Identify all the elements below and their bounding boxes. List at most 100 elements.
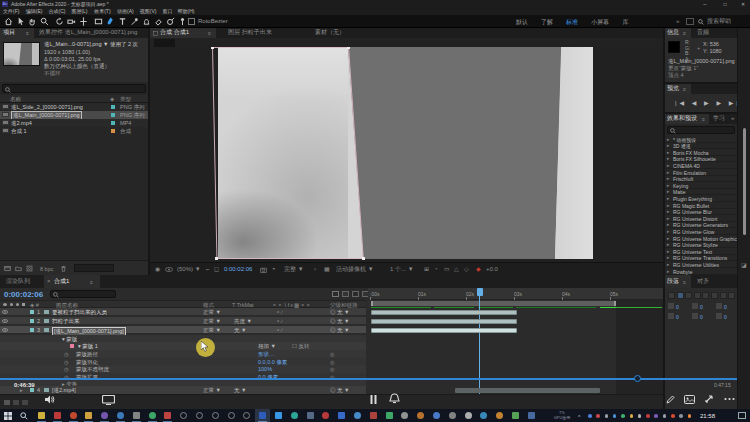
comp-breadcrumb[interactable]: 合成1	[154, 39, 175, 47]
disclosure-triangle-icon[interactable]: ▸	[667, 203, 669, 208]
composition-mini-flowchart-icon[interactable]	[332, 291, 339, 297]
flowchart-icon[interactable]: △	[454, 266, 459, 273]
paragraph-align-button[interactable]	[711, 292, 718, 299]
view-layout-select[interactable]: 1 个... ▼	[390, 266, 414, 273]
tray-icon[interactable]	[688, 414, 692, 418]
tab-composition[interactable]: 合成 合成1 ≡	[150, 28, 216, 38]
parent-link-select[interactable]: ◎ 无 ▼	[330, 327, 350, 334]
paragraph-field-value[interactable]: 0	[700, 314, 703, 320]
timeline-mini-icon[interactable]: ▭	[444, 266, 450, 273]
new-composition-icon[interactable]	[26, 265, 33, 272]
layer-row[interactable]: 3[道L_Main_[0000-0071].png]正常 ▼无 ▼⚬ ∕◎ 无 …	[0, 326, 366, 334]
hide-shy-icon[interactable]	[352, 291, 359, 297]
region-of-interest-icon[interactable]: ▫	[314, 266, 316, 273]
mask-property-row[interactable]: ◷蒙版路径形状…◎	[0, 350, 366, 358]
mode-select[interactable]: 正常 ▼	[203, 318, 221, 325]
pencil-icon[interactable]	[666, 395, 675, 404]
disclosure-triangle-icon[interactable]: ▸	[667, 170, 669, 175]
effects-item[interactable]: ▸Boris FX Silhouette	[665, 156, 737, 163]
always-preview-icon[interactable]: ◉	[155, 266, 160, 273]
home-tool[interactable]	[4, 17, 13, 26]
layer-duration-bar[interactable]	[371, 328, 517, 334]
tray-icon[interactable]	[630, 414, 634, 418]
selection-tool[interactable]	[16, 17, 25, 26]
paragraph-field-value[interactable]: 0	[676, 314, 679, 320]
expand-inout-icon[interactable]	[22, 400, 28, 405]
camera-select[interactable]: 活动摄像机 ▼	[336, 266, 374, 273]
dock-scrollbar[interactable]	[743, 128, 746, 235]
disclosure-triangle-icon[interactable]: ▸	[667, 150, 669, 155]
effects-item[interactable]: ▸Frischluft	[665, 176, 737, 183]
screenshot-icon[interactable]	[684, 395, 695, 404]
tray-icon[interactable]	[663, 414, 667, 418]
property-link-icon[interactable]: ◎	[330, 366, 334, 372]
column-name[interactable]: 名称	[10, 96, 21, 102]
mask-outline-left[interactable]	[212, 47, 217, 259]
effects-item[interactable]: ▸RG Universe Stylize	[665, 242, 737, 249]
disclosure-triangle-icon[interactable]: ▸	[667, 229, 669, 234]
disclosure-triangle-icon[interactable]: ▸	[667, 249, 669, 254]
disclosure-triangle-icon[interactable]: ▸	[667, 209, 669, 214]
taskbar-search-icon[interactable]	[20, 412, 28, 420]
bell-icon[interactable]	[388, 393, 401, 404]
layer-duration-bar[interactable]	[371, 319, 517, 325]
resolution-select[interactable]: 完整 ▼	[284, 266, 304, 273]
taskbar-app-icon[interactable]	[117, 412, 124, 419]
taskbar-app-icon[interactable]	[149, 412, 156, 419]
close-button[interactable]: ✕	[736, 0, 750, 8]
tray-icon[interactable]	[621, 414, 625, 418]
mask-row[interactable]: ▾ 蒙版 1相加 ▼☐ 反转	[0, 342, 366, 350]
effects-item[interactable]: ▸Rowbyte	[665, 268, 737, 275]
effects-item[interactable]: ▸Keying	[665, 182, 737, 189]
mode-select[interactable]: 正常 ▼	[203, 327, 221, 334]
tab-learn[interactable]: 学习	[713, 115, 725, 122]
more-options-icon[interactable]	[724, 397, 735, 401]
parent-link-select[interactable]: ◎ 无 ▼	[330, 387, 350, 394]
project-bpc[interactable]: 8 bpc	[40, 266, 53, 272]
disclosure-triangle-icon[interactable]: ▸	[667, 255, 669, 260]
taskbar-app-icon[interactable]	[259, 412, 266, 419]
taskbar-app-icon[interactable]	[465, 412, 472, 419]
disclosure-triangle-icon[interactable]: ▸	[667, 163, 669, 168]
layer-switches[interactable]: ⚬ ∕	[276, 318, 282, 324]
layer-row[interactable]: 1要被粒子扫出来的人员正常 ▼⚬ ∕◎ 无 ▼	[0, 308, 366, 316]
taskbar-app-icon[interactable]	[433, 412, 440, 419]
taskbar-app-icon[interactable]	[180, 412, 187, 419]
time-ruler[interactable]: :00s01s02s03s04s05s	[368, 288, 663, 300]
show-desktop-button[interactable]	[738, 412, 746, 419]
rotobezier-checkbox[interactable]	[188, 18, 195, 25]
label-color-swatch[interactable]	[30, 388, 34, 392]
mask-name[interactable]: ▾ 蒙版 1	[78, 343, 98, 350]
disclosure-triangle-icon[interactable]: ▸	[667, 189, 669, 194]
effects-item[interactable]: ▸RG Universe Distort	[665, 215, 737, 222]
taskbar-app-icon[interactable]	[196, 412, 203, 419]
stopwatch-icon[interactable]: ◷	[64, 359, 68, 365]
monitor-icon[interactable]	[102, 395, 115, 405]
menu-7[interactable]: 窗口	[163, 9, 173, 14]
label-color-swatch[interactable]	[30, 328, 34, 332]
column-type[interactable]: 类型	[120, 96, 131, 102]
layer-name[interactable]: [道2.mp4]	[52, 387, 76, 394]
tray-icon[interactable]	[638, 414, 642, 418]
taskbar-app-icon[interactable]	[38, 412, 45, 419]
effects-item[interactable]: ▸RG Universe Text	[665, 248, 737, 255]
pixel-aspect-icon[interactable]: ⊞	[424, 266, 429, 273]
taskbar-app-icon[interactable]	[512, 412, 519, 419]
mask-visibility-icon[interactable]: ◻	[214, 266, 219, 273]
taskbar-app-icon[interactable]	[322, 412, 329, 419]
pen-tool[interactable]	[106, 17, 115, 26]
layer-name[interactable]: 要被粒子扫出来的人员	[52, 309, 107, 316]
tab-timeline-comp[interactable]: × 合成1 ≡	[44, 275, 100, 288]
tray-icon[interactable]	[588, 414, 592, 418]
tab-preview[interactable]: 预览 ≡	[665, 84, 691, 94]
disclosure-triangle-icon[interactable]: ▸	[667, 269, 669, 274]
transport-controls[interactable]: |◀ ◀ ▶ ▶ ▶|	[675, 99, 733, 106]
effects-item[interactable]: ▸Plugin Everything	[665, 195, 737, 202]
effects-item[interactable]: ▸RG Universe Glow	[665, 228, 737, 235]
paragraph-align-button[interactable]	[702, 292, 709, 299]
layer-duration-bar[interactable]	[455, 388, 600, 394]
taskbar-app-icon[interactable]	[275, 412, 282, 419]
taskbar-app-icon[interactable]	[228, 412, 235, 419]
disclosure-triangle-icon[interactable]: ▸	[667, 143, 669, 148]
mask-invert-checkbox[interactable]: ☐ 反转	[292, 343, 309, 350]
